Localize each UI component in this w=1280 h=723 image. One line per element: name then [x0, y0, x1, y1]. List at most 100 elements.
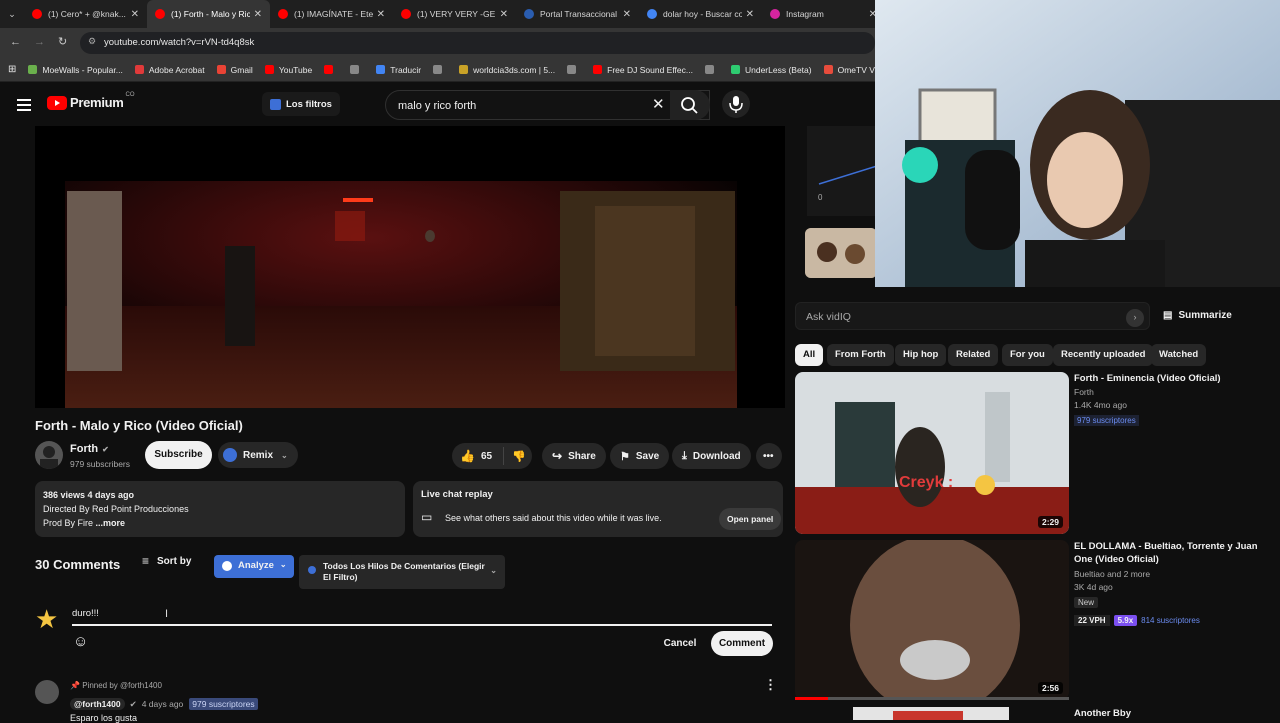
browser-tab[interactable]: Portal Transaccional ✕	[516, 0, 639, 28]
bookmark-item[interactable]: UnderLess (Beta)	[730, 64, 812, 75]
related-thumbnail-1[interactable]: Creyk : 2:29	[795, 372, 1069, 534]
apps-icon[interactable]: ⊞	[8, 64, 16, 75]
browser-tab[interactable]: (1) VERY VERY -GE ✕	[393, 0, 516, 28]
browser-tab[interactable]: (1) Cero* + @knak... ✕	[24, 0, 147, 28]
browser-tab[interactable]: Instagram ✕	[762, 0, 885, 28]
comment-threads-select[interactable]: Todos Los Hilos De Comentarios (Elegir E…	[299, 555, 505, 589]
url-bar[interactable]: ⚙ youtube.com/watch?v=rVN-td4q8sk	[80, 32, 875, 54]
show-more-link[interactable]: ...more	[96, 518, 126, 528]
ask-vidiq-input[interactable]: Ask vidIQ ›	[795, 302, 1150, 330]
remix-button[interactable]: Remix ⌄	[218, 442, 298, 468]
bookmark-item[interactable]: Gmail	[216, 65, 253, 75]
chip-related[interactable]: Related	[948, 344, 999, 366]
related-channel[interactable]: Forth	[1074, 387, 1274, 397]
pinned-row: 📌 Pinned by @forth1400	[70, 681, 162, 690]
tab-search-icon[interactable]: ⌄	[0, 9, 24, 20]
bookmark-item[interactable]	[324, 65, 338, 75]
bookmark-favicon-icon	[324, 65, 334, 74]
bookmark-item[interactable]: YouTube	[264, 65, 312, 75]
thumbs-down-icon[interactable]: 👎	[512, 450, 526, 463]
tab-close-icon[interactable]: ✕	[500, 9, 508, 20]
video-title: Forth - Malo y Rico (Video Oficial)	[35, 418, 243, 433]
sort-by-button[interactable]: ≡ Sort by	[142, 554, 191, 568]
search-button[interactable]	[670, 90, 710, 120]
bookmark-item[interactable]	[433, 65, 447, 75]
related-channel[interactable]: Bueltiao and 2 more	[1074, 569, 1274, 579]
related-info-1[interactable]: Forth - Eminencia (Video Oficial) Forth …	[1074, 372, 1274, 428]
bookmark-item[interactable]: Traducir	[376, 65, 421, 75]
chip-hip-hop[interactable]: Hip hop	[895, 344, 947, 366]
comment-more-icon[interactable]: ⋮	[764, 677, 777, 693]
chip-recently-uploaded[interactable]: Recently uploaded	[1053, 344, 1154, 366]
browser-tab[interactable]: (1) IMAGÍNATE - Eter ✕	[270, 0, 393, 28]
bookmark-item[interactable]: worldcia3ds.com | 5...	[459, 65, 555, 75]
comment-meta: @forth1400 ✔ 4 days ago 979 suscriptores	[70, 698, 258, 710]
save-button[interactable]: ⚑ Save	[610, 443, 670, 469]
send-icon[interactable]: ›	[1126, 309, 1144, 327]
comment-author[interactable]: @forth1400	[70, 698, 125, 710]
tab-close-icon[interactable]: ✕	[131, 9, 139, 20]
channel-name-row[interactable]: Forth ✔	[70, 443, 109, 455]
chip-watched[interactable]: Watched	[1151, 344, 1207, 366]
comment-draft: duro!!!	[72, 608, 99, 619]
related-thumbnail-3[interactable]	[853, 707, 1009, 720]
bookmark-item[interactable]	[567, 65, 581, 75]
site-info-icon[interactable]: ⚙	[88, 36, 96, 47]
browser-tab[interactable]: dolar hoy - Buscar co ✕	[639, 0, 762, 28]
chip-for-you[interactable]: For you	[1002, 344, 1053, 366]
thumbnail-image	[795, 372, 1069, 534]
bookmark-item[interactable]: MoeWalls - Popular...	[28, 65, 123, 75]
reload-icon[interactable]: ↻	[58, 35, 67, 48]
tab-close-icon[interactable]: ✕	[377, 9, 385, 20]
tab-favicon-icon	[647, 9, 657, 19]
clear-search-icon[interactable]: ✕	[652, 95, 665, 113]
related-title-3[interactable]: Another Bby	[1074, 708, 1131, 719]
bookmark-label: UnderLess (Beta)	[744, 64, 812, 75]
vidiq-chart-panel: 0	[807, 126, 878, 216]
bookmark-item[interactable]: Free DJ Sound Effec...	[593, 65, 693, 75]
tab-close-icon[interactable]: ✕	[623, 9, 631, 20]
forward-icon[interactable]: →	[34, 36, 45, 48]
tab-close-icon[interactable]: ✕	[254, 9, 262, 20]
channel-name[interactable]: Forth	[70, 443, 98, 455]
related-thumbnail-2[interactable]: 2:56	[795, 540, 1069, 700]
comment-submit-button[interactable]: Comment	[711, 631, 773, 656]
bookmark-item[interactable]	[350, 65, 364, 75]
logo-country: CO	[125, 91, 135, 98]
back-icon[interactable]: ←	[10, 36, 21, 48]
filters-button[interactable]: Los filtros	[262, 92, 340, 116]
more-actions-button[interactable]: •••	[756, 443, 782, 469]
tab-close-icon[interactable]: ✕	[746, 9, 754, 20]
related-title[interactable]: EL DOLLAMA - Bueltiao, Torrente y Juan O…	[1074, 540, 1274, 566]
related-stats: 1.4K 4mo ago	[1074, 400, 1127, 410]
channel-avatar[interactable]	[35, 441, 63, 469]
bookmark-item[interactable]: Adobe Acrobat	[134, 65, 205, 75]
chip-from-forth[interactable]: From Forth	[827, 344, 894, 366]
voice-search-button[interactable]	[722, 90, 750, 118]
share-button[interactable]: ↪ Share	[542, 443, 606, 469]
menu-icon[interactable]	[17, 96, 31, 114]
youtube-premium-logo[interactable]: Premium CO	[47, 91, 135, 110]
commenter-avatar[interactable]	[35, 680, 59, 704]
like-button[interactable]: 👍 65	[452, 447, 504, 465]
video-player[interactable]	[35, 126, 785, 408]
open-panel-button[interactable]: Open panel	[719, 508, 782, 530]
related-title[interactable]: Forth - Eminencia (Video Oficial)	[1074, 372, 1274, 385]
browser-tab[interactable]: (1) Forth - Malo y Rico ✕	[147, 0, 270, 28]
mini-thumbnail[interactable]	[805, 228, 877, 278]
related-info-2[interactable]: EL DOLLAMA - Bueltiao, Torrente y Juan O…	[1074, 540, 1274, 626]
description-box[interactable]: 386 views 4 days ago Directed By Red Poi…	[35, 481, 405, 537]
analyze-button[interactable]: Analyze ⌄	[214, 555, 294, 578]
chevron-down-icon: ⌄	[279, 560, 287, 569]
cancel-button[interactable]: Cancel	[656, 631, 704, 656]
emoji-icon[interactable]: ☺	[73, 633, 88, 650]
summarize-button[interactable]: ▤ Summarize	[1163, 310, 1232, 321]
comment-input[interactable]: duro!!!	[72, 608, 772, 626]
share-label: Share	[568, 450, 596, 462]
bookmark-item[interactable]	[704, 65, 719, 75]
chip-all[interactable]: All	[795, 344, 824, 366]
subscribe-button[interactable]: Subscribe	[145, 441, 212, 469]
tab-favicon-icon	[524, 9, 534, 19]
bookmark-favicon-icon	[823, 65, 833, 74]
download-button[interactable]: ⤓ Download	[672, 443, 751, 469]
